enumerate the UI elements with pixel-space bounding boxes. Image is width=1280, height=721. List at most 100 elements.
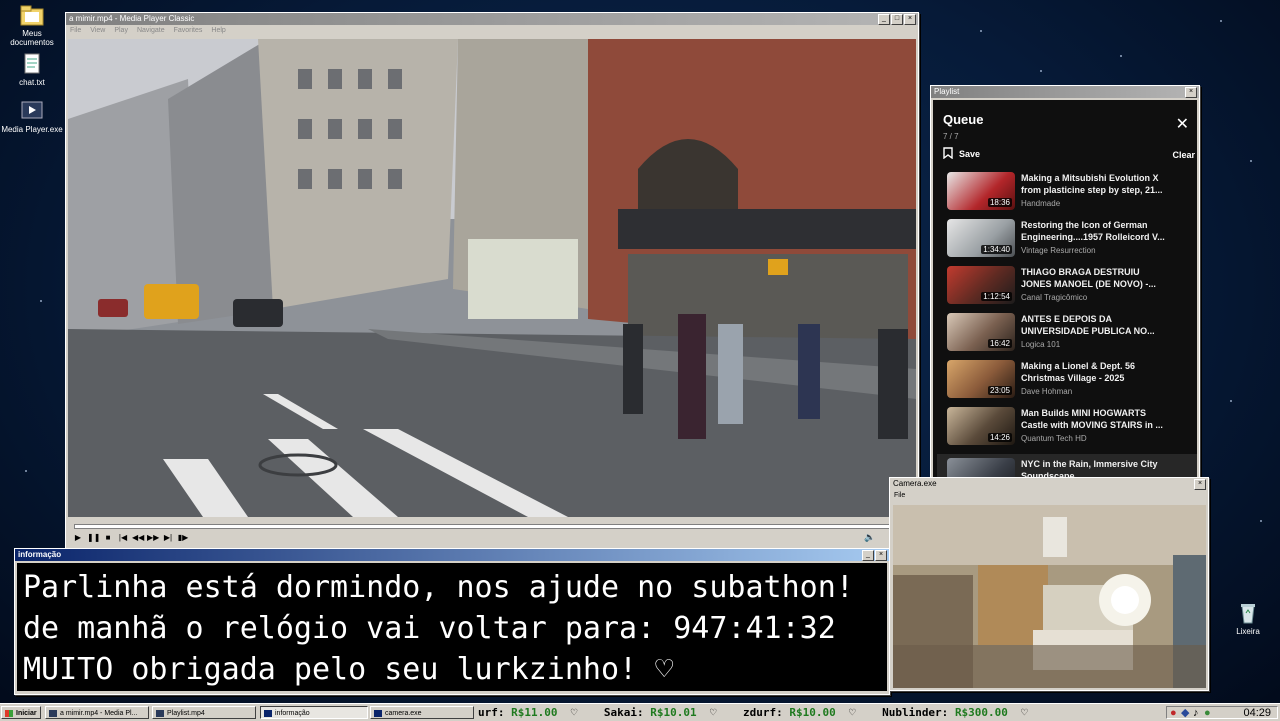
desktop-icon-documents[interactable]: Meus documentos bbox=[0, 3, 64, 47]
menu-file[interactable]: File bbox=[894, 490, 905, 502]
channel-name: Canal Tragicômico bbox=[1021, 293, 1088, 302]
heart-icon: ♡ bbox=[1014, 706, 1028, 719]
duration-badge: 18:36 bbox=[987, 198, 1012, 207]
desktop-icon-recycle-bin[interactable]: Lixeira bbox=[1216, 601, 1280, 636]
menu-play[interactable]: Play bbox=[114, 25, 128, 37]
seek-bar[interactable] bbox=[74, 524, 912, 529]
menu-favorites[interactable]: Favorites bbox=[174, 25, 203, 37]
close-button[interactable]: × bbox=[1185, 87, 1197, 98]
text-file-icon bbox=[19, 52, 45, 76]
playlist-window[interactable]: Playlist × Queue ✕ 7 / 7 Save Clear 18:3… bbox=[930, 85, 1200, 482]
donor-name: Sakai: bbox=[603, 706, 644, 719]
camera-window[interactable]: Camera.exe × File bbox=[889, 477, 1209, 691]
donation-amount: R$300.00 bbox=[954, 706, 1008, 719]
playlist-item[interactable]: 1:12:54 THIAGO BRAGA DESTRUIU JONES MANO… bbox=[947, 266, 1197, 310]
playlist-item[interactable]: 23:05 Making a Lionel & Dept. 56 Christm… bbox=[947, 360, 1197, 404]
stop-icon[interactable]: ■ bbox=[102, 532, 114, 543]
rewind-icon[interactable]: ◀◀ bbox=[132, 532, 144, 543]
minimize-button[interactable]: _ bbox=[862, 550, 874, 561]
network-icon[interactable]: ◆ bbox=[1181, 707, 1189, 719]
channel-name: Handmade bbox=[1021, 199, 1061, 208]
playlist-item[interactable]: 14:26 Man Builds MINI HOGWARTS Castle wi… bbox=[947, 407, 1197, 451]
start-label: Iniciar bbox=[16, 710, 37, 717]
windows-logo-icon bbox=[5, 710, 13, 717]
pause-icon[interactable]: ❚❚ bbox=[87, 532, 100, 543]
info-line: de manhã o relógio vai voltar para: 947:… bbox=[23, 611, 836, 646]
duration-badge: 16:42 bbox=[987, 339, 1012, 348]
maximize-button[interactable]: □ bbox=[891, 14, 903, 25]
video-thumbnail: 18:36 bbox=[947, 172, 1015, 210]
video-frame[interactable] bbox=[68, 39, 916, 517]
info-line: Parlinha está dormindo, nos ajude no sub… bbox=[23, 570, 854, 605]
playlist-titlebar[interactable]: Playlist × bbox=[931, 86, 1199, 98]
donation-amount: R$11.00 bbox=[511, 706, 558, 719]
donation-ticker: urf: R$11.00 ♡ Sakai: R$10.01 ♡ zdurf: R… bbox=[478, 705, 1168, 720]
media-player-window[interactable]: a mimir.mp4 - Media Player Classic _ □ ×… bbox=[65, 12, 919, 549]
video-thumbnail: 1:34:40 bbox=[947, 219, 1015, 257]
clock: 04:29 bbox=[1243, 707, 1271, 719]
taskbar-item-media-player[interactable]: a mimir.mp4 - Media Pl... bbox=[45, 706, 149, 719]
sync-icon[interactable]: ● bbox=[1204, 707, 1211, 719]
channel-name: Dave Hohman bbox=[1021, 387, 1073, 396]
window-title: Camera.exe bbox=[893, 479, 937, 488]
channel-name: Logica 101 bbox=[1021, 340, 1061, 349]
heart-icon: ♡ bbox=[564, 706, 598, 719]
taskbar-item-info[interactable]: informação bbox=[260, 706, 368, 719]
info-line: MUITO obrigada pelo seu lurkzinho! ♡ bbox=[23, 652, 674, 687]
donation-amount: R$10.01 bbox=[650, 706, 697, 719]
donation-amount: R$10.00 bbox=[789, 706, 836, 719]
close-button[interactable]: × bbox=[875, 550, 887, 561]
menu-view[interactable]: View bbox=[90, 25, 105, 37]
forward-icon[interactable]: ▶▶ bbox=[147, 532, 159, 543]
media-player-icon bbox=[19, 99, 45, 123]
save-label: Save bbox=[959, 149, 981, 159]
playlist-item[interactable]: 1:34:40 Restoring the Icon of German Eng… bbox=[947, 219, 1197, 263]
volume-icon[interactable]: 🔈 bbox=[864, 532, 875, 543]
menu-navigate[interactable]: Navigate bbox=[137, 25, 165, 37]
donor-name: Nublinder: bbox=[882, 706, 949, 719]
taskbar-item-label: a mimir.mp4 - Media Pl... bbox=[60, 710, 138, 717]
window-icon bbox=[264, 710, 272, 717]
shield-icon[interactable]: ● bbox=[1170, 707, 1177, 719]
frame-step-icon[interactable]: ▮▶ bbox=[177, 532, 189, 543]
recycle-bin-icon bbox=[1235, 601, 1261, 625]
next-icon[interactable]: ▶| bbox=[162, 532, 174, 543]
taskbar-item-camera[interactable]: camera.exe bbox=[370, 706, 474, 719]
playlist-item[interactable]: 16:42 ANTES E DEPOIS DA UNIVERSIDADE PUB… bbox=[947, 313, 1197, 357]
video-title: THIAGO BRAGA DESTRUIU JONES MANOEL (DE N… bbox=[1021, 267, 1156, 289]
taskbar-item-playlist[interactable]: Playlist.mp4 bbox=[152, 706, 256, 719]
play-icon[interactable]: ▶ bbox=[72, 532, 84, 543]
prev-icon[interactable]: |◀ bbox=[117, 532, 129, 543]
info-message: Parlinha está dormindo, nos ajude no sub… bbox=[17, 563, 887, 691]
close-button[interactable]: × bbox=[1194, 479, 1206, 490]
desktop-icon-media-player[interactable]: Media Player.exe bbox=[0, 99, 64, 134]
speaker-icon[interactable]: ♪ bbox=[1193, 707, 1199, 719]
media-player-titlebar[interactable]: a mimir.mp4 - Media Player Classic _ □ × bbox=[66, 13, 918, 25]
menu-file[interactable]: File bbox=[70, 25, 81, 37]
channel-name: Quantum Tech HD bbox=[1021, 434, 1087, 443]
queue-heading: Queue bbox=[943, 112, 984, 127]
save-button[interactable]: Save bbox=[943, 147, 980, 161]
info-window[interactable]: informação _ × Parlinha está dormindo, n… bbox=[14, 548, 890, 695]
camera-titlebar[interactable]: Camera.exe × bbox=[890, 478, 1208, 490]
menu-help[interactable]: Help bbox=[211, 25, 225, 37]
desktop-icon-label: Media Player.exe bbox=[1, 125, 63, 134]
close-icon[interactable]: ✕ bbox=[1176, 114, 1189, 134]
desktop-icon-label: Lixeira bbox=[1236, 627, 1260, 636]
desktop-icon-chat[interactable]: chat.txt bbox=[0, 52, 64, 87]
window-title: informação bbox=[18, 550, 62, 559]
clear-button[interactable]: Clear bbox=[1172, 150, 1195, 160]
playlist-item[interactable]: 18:36 Making a Mitsubishi Evolution X fr… bbox=[947, 172, 1197, 216]
close-button[interactable]: × bbox=[904, 14, 916, 25]
start-button[interactable]: Iniciar bbox=[1, 706, 41, 719]
taskbar-item-label: informação bbox=[275, 710, 310, 717]
queue-count: 7 / 7 bbox=[943, 132, 959, 141]
minimize-button[interactable]: _ bbox=[878, 14, 890, 25]
heart-icon: ♡ bbox=[703, 706, 737, 719]
bedroom-camera-image bbox=[893, 505, 1206, 688]
info-titlebar[interactable]: informação _ × bbox=[15, 549, 889, 561]
taskbar: Iniciar a mimir.mp4 - Media Pl... Playli… bbox=[0, 703, 1280, 721]
taskbar-item-label: Playlist.mp4 bbox=[167, 710, 205, 717]
video-title: ANTES E DEPOIS DA UNIVERSIDADE PUBLICA N… bbox=[1021, 314, 1155, 336]
desktop-icon-label: chat.txt bbox=[19, 78, 45, 87]
